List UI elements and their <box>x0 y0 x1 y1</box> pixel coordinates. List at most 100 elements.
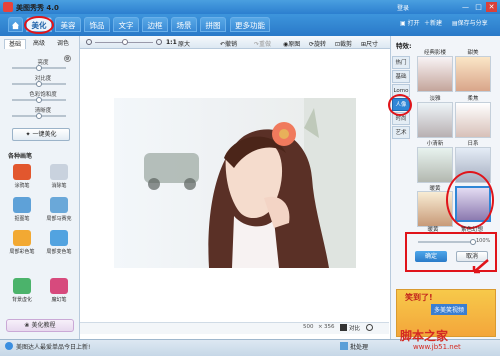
tab-makeup[interactable]: 美容 <box>55 17 81 32</box>
effect-label: 日系 <box>467 141 479 147</box>
mosaic-tool[interactable]: 局部马赛克 <box>44 197 74 225</box>
compare-button[interactable]: 对比 <box>349 324 360 332</box>
open-label: 打开 <box>407 20 420 27</box>
tab-advanced[interactable]: 高级 <box>28 39 50 49</box>
tool-label: 局部变色笔 <box>46 249 72 255</box>
save-share-button[interactable]: ▤保存与分享 <box>452 18 488 30</box>
home-tab[interactable] <box>8 17 23 32</box>
undo-button[interactable]: ↶撤销 <box>220 39 237 48</box>
new-button[interactable]: ＋新建 <box>424 18 442 30</box>
tab-text[interactable]: 文字 <box>113 17 139 32</box>
actual-size-button[interactable]: 原大 <box>178 39 190 48</box>
effect-elegant[interactable] <box>417 102 453 138</box>
crop-button[interactable]: ⊡裁剪 <box>335 39 352 48</box>
effect-soft-focus[interactable] <box>455 102 491 138</box>
rotate-button[interactable]: ⟳旋转 <box>309 39 326 48</box>
magic-pen-tool[interactable]: 魔幻笔 <box>44 278 74 306</box>
watermark-title: 脚本之家 <box>400 329 449 343</box>
tool-label: 局部马赛克 <box>46 216 72 222</box>
ad-subtitle: 多美笑视频 <box>431 304 468 315</box>
rotate-label: 旋转 <box>314 41 327 48</box>
one-click-beautify-button[interactable]: ✦ 一键美化 <box>12 128 70 141</box>
tab-collage[interactable]: 拼图 <box>200 17 226 32</box>
size-button[interactable]: ⊞尺寸 <box>361 39 378 48</box>
zoom-slider-thumb[interactable] <box>122 39 128 45</box>
original-label: 原图 <box>288 41 301 48</box>
portrait-image <box>114 98 356 268</box>
size-label: 尺寸 <box>366 41 379 48</box>
status-message[interactable]: 美图达人最爱单品今日上新! <box>16 342 90 351</box>
maximize-button[interactable]: □ <box>473 2 484 12</box>
cutout-pen-tool[interactable]: 抠图笔 <box>7 197 37 225</box>
contrast-label: 对比度 <box>34 76 52 82</box>
scissors-icon <box>13 197 31 213</box>
image-width: 500 <box>303 324 314 330</box>
magic-wand-icon <box>50 278 68 294</box>
tool-label: 消除笔 <box>51 183 67 189</box>
red-arrow-icon <box>472 259 489 274</box>
mosaic-icon <box>50 197 68 213</box>
tab-color[interactable]: 调色 <box>52 39 74 49</box>
magnifier-icon[interactable] <box>366 324 373 331</box>
title-bar <box>0 0 500 14</box>
category-hot[interactable]: 热门 <box>392 56 410 69</box>
effect-classic-studio[interactable] <box>417 56 453 92</box>
color-pen-tool[interactable]: 局部彩色笔 <box>7 230 37 258</box>
ad-title: 笑到了! <box>405 293 433 302</box>
eraser-pen-tool[interactable]: 消除笔 <box>44 164 74 192</box>
info-icon <box>5 342 13 350</box>
background-blur-tool[interactable]: 背景虚化 <box>7 278 37 306</box>
tool-label: 抠图笔 <box>14 216 30 222</box>
doodle-pen-icon <box>13 164 31 180</box>
tutorial-button[interactable]: ❀ 美化教程 <box>6 319 74 332</box>
brightness-label: 亮度 <box>37 60 49 66</box>
undo-label: 撤销 <box>225 41 238 48</box>
tab-basic[interactable]: 基础 <box>4 39 26 49</box>
recolor-pen-tool[interactable]: 局部变色笔 <box>44 230 74 258</box>
batch-button[interactable]: 批处理 <box>350 342 368 351</box>
close-button[interactable]: ✕ <box>486 2 497 12</box>
effect-label: 小清新 <box>426 141 444 147</box>
effect-label: 柔焦 <box>467 96 479 102</box>
folder-icon: ▣ <box>400 20 406 27</box>
portrait-highlight-ring <box>388 94 412 116</box>
sharpness-label: 清晰度 <box>34 108 52 114</box>
app-logo-icon <box>3 2 13 12</box>
contrast-thumb[interactable] <box>36 81 42 87</box>
watermark-url: www.jb51.net <box>413 343 461 351</box>
category-basic[interactable]: 基础 <box>392 70 410 83</box>
zoom-one-to-one[interactable]: 1:1 <box>166 39 177 46</box>
tool-label: 局部彩色笔 <box>9 249 35 255</box>
tab-accessories[interactable]: 饰品 <box>84 17 110 32</box>
zoom-in-icon[interactable] <box>156 39 162 45</box>
tab-more[interactable]: 更多功能 <box>230 17 270 32</box>
minimize-button[interactable]: — <box>460 2 471 12</box>
doodle-pen-tool[interactable]: 涂鸦笔 <box>7 164 37 192</box>
category-art[interactable]: 艺术 <box>392 126 410 139</box>
home-icon <box>11 21 20 30</box>
highlight-ring <box>24 16 54 34</box>
edited-photo[interactable] <box>114 98 356 268</box>
selected-effect-ring <box>446 171 494 229</box>
settings-icon[interactable]: ⚙ <box>64 55 71 62</box>
one-click-label: 一键美化 <box>32 131 57 138</box>
redo-label: 重做 <box>259 41 272 48</box>
brightness-thumb[interactable] <box>36 65 42 71</box>
open-button[interactable]: ▣ 打开 <box>400 18 420 30</box>
original-button[interactable]: ◉原图 <box>283 39 300 48</box>
effect-fresh[interactable] <box>417 147 453 183</box>
login-link[interactable]: 登录 <box>397 3 409 12</box>
effects-title: 特效: <box>396 42 412 50</box>
tab-frame[interactable]: 边框 <box>142 17 168 32</box>
zoom-out-icon[interactable] <box>86 39 92 45</box>
redo-button[interactable]: ↷重做 <box>254 39 271 48</box>
effect-sweet[interactable] <box>455 56 491 92</box>
tool-label: 背景虚化 <box>11 297 32 303</box>
compare-icon[interactable] <box>340 324 347 331</box>
saturation-thumb[interactable] <box>36 97 42 103</box>
sharpness-thumb[interactable] <box>36 113 42 119</box>
effect-label: 甜美 <box>467 50 479 56</box>
new-label: 新建 <box>430 20 443 27</box>
tab-scene[interactable]: 场景 <box>171 17 197 32</box>
effect-label: 经典影楼 <box>423 50 446 56</box>
